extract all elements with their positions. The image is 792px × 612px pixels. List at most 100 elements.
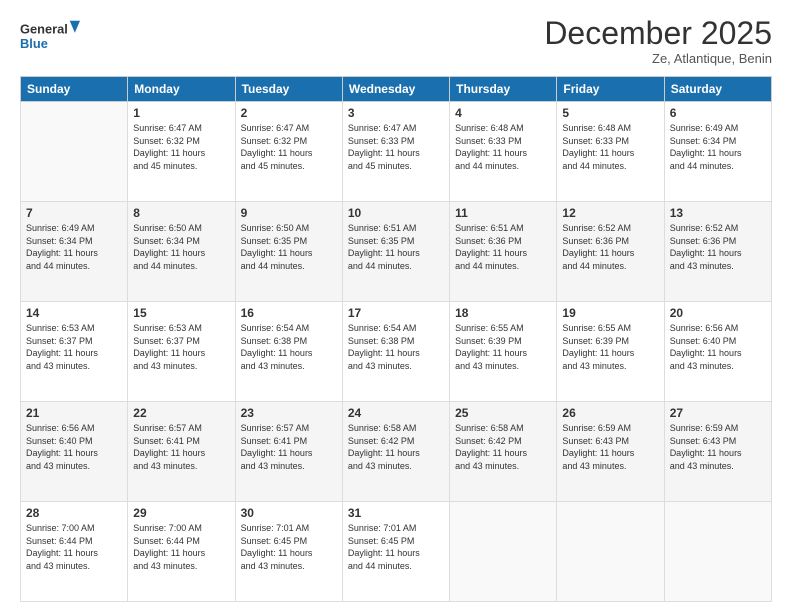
cell-info: Sunrise: 6:51 AM Sunset: 6:35 PM Dayligh… [348,222,444,272]
cell-info: Sunrise: 7:00 AM Sunset: 6:44 PM Dayligh… [26,522,122,572]
weekday-header: Thursday [450,77,557,102]
weekday-header: Wednesday [342,77,449,102]
cell-info: Sunrise: 6:56 AM Sunset: 6:40 PM Dayligh… [670,322,766,372]
day-number: 16 [241,306,337,320]
day-number: 30 [241,506,337,520]
cell-info: Sunrise: 6:52 AM Sunset: 6:36 PM Dayligh… [562,222,658,272]
calendar-week-row: 14Sunrise: 6:53 AM Sunset: 6:37 PM Dayli… [21,302,772,402]
cell-info: Sunrise: 6:47 AM Sunset: 6:32 PM Dayligh… [241,122,337,172]
cell-info: Sunrise: 6:52 AM Sunset: 6:36 PM Dayligh… [670,222,766,272]
calendar-cell: 4Sunrise: 6:48 AM Sunset: 6:33 PM Daylig… [450,102,557,202]
title-block: December 2025 Ze, Atlantique, Benin [544,16,772,66]
day-number: 6 [670,106,766,120]
day-number: 28 [26,506,122,520]
calendar-cell: 22 Sunrise: 6:57 AM Sunset: 6:41 PM Dayli… [128,402,235,502]
calendar-cell: 17 Sunrise: 6:54 AM Sunset: 6:38 PM Dayli… [342,302,449,402]
page: General Blue December 2025 Ze, Atlantiqu… [0,0,792,612]
calendar-cell: 20 Sunrise: 6:56 AM Sunset: 6:40 PM Dayli… [664,302,771,402]
cell-info: Sunrise: 6:54 AM Sunset: 6:38 PM Dayligh… [241,322,337,372]
logo: General Blue [20,16,80,58]
calendar-header: SundayMondayTuesdayWednesdayThursdayFrid… [21,77,772,102]
day-number: 18 [455,306,551,320]
day-number: 20 [670,306,766,320]
cell-info: Sunrise: 6:57 AM Sunset: 6:41 PM Dayligh… [133,422,229,472]
cell-info: Sunrise: 7:01 AM Sunset: 6:45 PM Dayligh… [348,522,444,572]
weekday-header: Tuesday [235,77,342,102]
location: Ze, Atlantique, Benin [544,51,772,66]
calendar-week-row: 7Sunrise: 6:49 AM Sunset: 6:34 PM Daylig… [21,202,772,302]
cell-info: Sunrise: 6:51 AM Sunset: 6:36 PM Dayligh… [455,222,551,272]
month-title: December 2025 [544,16,772,51]
cell-info: Sunrise: 6:54 AM Sunset: 6:38 PM Dayligh… [348,322,444,372]
day-number: 23 [241,406,337,420]
calendar-cell: 31 Sunrise: 7:01 AM Sunset: 6:45 PM Dayli… [342,502,449,602]
logo-svg: General Blue [20,16,80,58]
day-number: 4 [455,106,551,120]
calendar-cell: 7Sunrise: 6:49 AM Sunset: 6:34 PM Daylig… [21,202,128,302]
weekday-row: SundayMondayTuesdayWednesdayThursdayFrid… [21,77,772,102]
weekday-header: Friday [557,77,664,102]
calendar-table: SundayMondayTuesdayWednesdayThursdayFrid… [20,76,772,602]
calendar-cell [664,502,771,602]
day-number: 24 [348,406,444,420]
calendar-cell: 30 Sunrise: 7:01 AM Sunset: 6:45 PM Dayli… [235,502,342,602]
header: General Blue December 2025 Ze, Atlantiqu… [20,16,772,66]
cell-info: Sunrise: 6:55 AM Sunset: 6:39 PM Dayligh… [455,322,551,372]
day-number: 15 [133,306,229,320]
weekday-header: Monday [128,77,235,102]
calendar-cell [557,502,664,602]
day-number: 10 [348,206,444,220]
day-number: 22 [133,406,229,420]
calendar-cell: 24 Sunrise: 6:58 AM Sunset: 6:42 PM Dayli… [342,402,449,502]
day-number: 9 [241,206,337,220]
calendar-week-row: 21Sunrise: 6:56 AM Sunset: 6:40 PM Dayli… [21,402,772,502]
day-number: 1 [133,106,229,120]
calendar-cell: 25 Sunrise: 6:58 AM Sunset: 6:42 PM Dayli… [450,402,557,502]
calendar-cell: 2 Sunrise: 6:47 AM Sunset: 6:32 PM Daylig… [235,102,342,202]
svg-text:General: General [20,22,68,37]
weekday-header: Sunday [21,77,128,102]
cell-info: Sunrise: 6:58 AM Sunset: 6:42 PM Dayligh… [455,422,551,472]
day-number: 31 [348,506,444,520]
cell-info: Sunrise: 7:01 AM Sunset: 6:45 PM Dayligh… [241,522,337,572]
calendar-cell: 18 Sunrise: 6:55 AM Sunset: 6:39 PM Dayli… [450,302,557,402]
cell-info: Sunrise: 6:59 AM Sunset: 6:43 PM Dayligh… [562,422,658,472]
calendar-week-row: 28 Sunrise: 7:00 AM Sunset: 6:44 PM Dayli… [21,502,772,602]
calendar-cell: 26Sunrise: 6:59 AM Sunset: 6:43 PM Dayli… [557,402,664,502]
calendar-cell [450,502,557,602]
calendar-body: 1 Sunrise: 6:47 AM Sunset: 6:32 PM Daylig… [21,102,772,602]
day-number: 2 [241,106,337,120]
calendar-cell: 23 Sunrise: 6:57 AM Sunset: 6:41 PM Dayli… [235,402,342,502]
weekday-header: Saturday [664,77,771,102]
cell-info: Sunrise: 6:50 AM Sunset: 6:34 PM Dayligh… [133,222,229,272]
calendar-cell: 6 Sunrise: 6:49 AM Sunset: 6:34 PM Daylig… [664,102,771,202]
calendar-cell: 21Sunrise: 6:56 AM Sunset: 6:40 PM Dayli… [21,402,128,502]
cell-info: Sunrise: 6:53 AM Sunset: 6:37 PM Dayligh… [26,322,122,372]
day-number: 29 [133,506,229,520]
calendar-cell: 15 Sunrise: 6:53 AM Sunset: 6:37 PM Dayli… [128,302,235,402]
cell-info: Sunrise: 6:56 AM Sunset: 6:40 PM Dayligh… [26,422,122,472]
calendar-cell: 29 Sunrise: 7:00 AM Sunset: 6:44 PM Dayli… [128,502,235,602]
day-number: 25 [455,406,551,420]
cell-info: Sunrise: 7:00 AM Sunset: 6:44 PM Dayligh… [133,522,229,572]
calendar-cell: 27Sunrise: 6:59 AM Sunset: 6:43 PM Dayli… [664,402,771,502]
calendar-cell: 9 Sunrise: 6:50 AM Sunset: 6:35 PM Daylig… [235,202,342,302]
cell-info: Sunrise: 6:49 AM Sunset: 6:34 PM Dayligh… [26,222,122,272]
cell-info: Sunrise: 6:57 AM Sunset: 6:41 PM Dayligh… [241,422,337,472]
svg-text:Blue: Blue [20,36,48,51]
day-number: 13 [670,206,766,220]
cell-info: Sunrise: 6:53 AM Sunset: 6:37 PM Dayligh… [133,322,229,372]
calendar-cell: 8Sunrise: 6:50 AM Sunset: 6:34 PM Daylig… [128,202,235,302]
day-number: 5 [562,106,658,120]
cell-info: Sunrise: 6:58 AM Sunset: 6:42 PM Dayligh… [348,422,444,472]
cell-info: Sunrise: 6:49 AM Sunset: 6:34 PM Dayligh… [670,122,766,172]
calendar-cell: 1 Sunrise: 6:47 AM Sunset: 6:32 PM Daylig… [128,102,235,202]
calendar-cell: 11 Sunrise: 6:51 AM Sunset: 6:36 PM Dayli… [450,202,557,302]
day-number: 19 [562,306,658,320]
day-number: 17 [348,306,444,320]
cell-info: Sunrise: 6:50 AM Sunset: 6:35 PM Dayligh… [241,222,337,272]
cell-info: Sunrise: 6:47 AM Sunset: 6:32 PM Dayligh… [133,122,229,172]
day-number: 3 [348,106,444,120]
day-number: 11 [455,206,551,220]
calendar-cell: 3Sunrise: 6:47 AM Sunset: 6:33 PM Daylig… [342,102,449,202]
